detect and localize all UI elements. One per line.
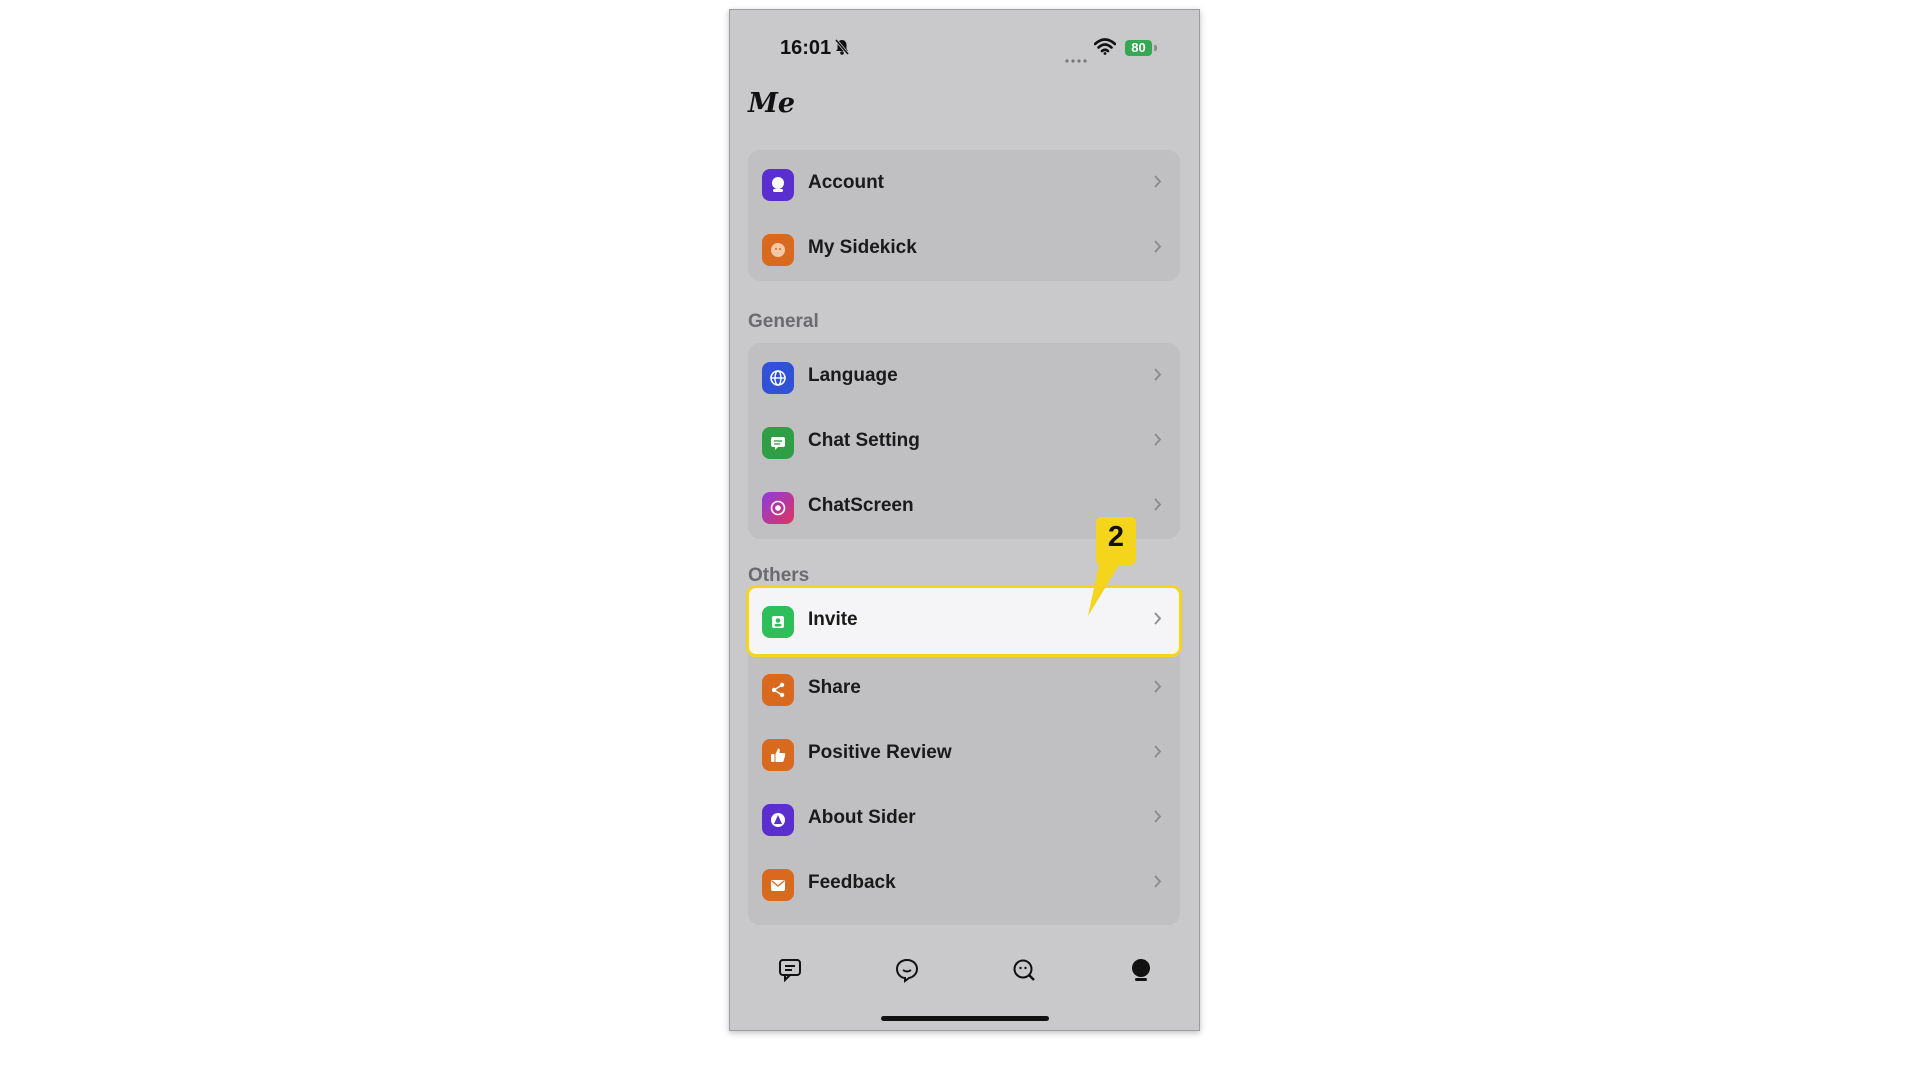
invite-icon (762, 606, 794, 638)
battery-indicator: 80 (1125, 40, 1152, 56)
wifi-icon (1093, 38, 1117, 60)
callout-pointer (1088, 560, 1122, 616)
muted-bell-icon (834, 38, 850, 61)
menu-item-positive-review[interactable]: Positive Review (748, 720, 1180, 785)
battery-cap (1154, 45, 1157, 51)
signal-dots-icon (1065, 50, 1087, 68)
menu-item-about-sider[interactable]: About Sider (748, 785, 1180, 850)
chevron-right-icon (1153, 611, 1162, 631)
account-icon (762, 169, 794, 201)
menu-item-label: About Sider (808, 807, 916, 828)
status-bar: 16:01 80 (730, 10, 1199, 70)
chatscreen-icon (762, 492, 794, 524)
sidekick-icon (762, 234, 794, 266)
status-time: 16:01 (780, 37, 832, 59)
general-group: Language Chat Setting ChatScreen (748, 343, 1180, 539)
me-tab-icon[interactable] (1121, 950, 1161, 990)
section-heading-general: General (748, 311, 819, 332)
chevron-right-icon (1153, 679, 1162, 699)
chat-tab-icon[interactable] (770, 950, 810, 990)
menu-item-chat-setting[interactable]: Chat Setting (748, 408, 1180, 473)
chevron-right-icon (1153, 809, 1162, 829)
globe-icon (762, 362, 794, 394)
sidekick-tab-icon[interactable] (887, 950, 927, 990)
home-indicator[interactable] (881, 1016, 1049, 1021)
chevron-right-icon (1153, 239, 1162, 259)
chevron-right-icon (1153, 367, 1162, 387)
about-icon (762, 804, 794, 836)
thumbs-up-icon (762, 739, 794, 771)
menu-item-label: Share (808, 677, 861, 698)
menu-item-feedback[interactable]: Feedback (748, 850, 1180, 915)
menu-item-label: ChatScreen (808, 495, 914, 516)
tab-bar (730, 950, 1199, 1000)
menu-item-my-sidekick[interactable]: My Sidekick (748, 215, 1180, 280)
menu-item-label: Invite (808, 609, 858, 630)
menu-item-label: Account (808, 172, 884, 193)
menu-item-label: Feedback (808, 872, 896, 893)
menu-item-label: Language (808, 365, 898, 386)
chat-setting-icon (762, 427, 794, 459)
chevron-right-icon (1153, 497, 1162, 517)
feedback-icon (762, 869, 794, 901)
section-heading-others: Others (748, 565, 810, 586)
chevron-right-icon (1153, 174, 1162, 194)
chevron-right-icon (1153, 744, 1162, 764)
menu-item-label: Chat Setting (808, 430, 920, 451)
chevron-right-icon (1153, 874, 1162, 894)
menu-item-label: My Sidekick (808, 237, 917, 258)
menu-item-label: Positive Review (808, 742, 952, 763)
menu-item-language[interactable]: Language (748, 343, 1180, 408)
page-title: Me (748, 88, 796, 119)
share-icon (762, 674, 794, 706)
step-number: 2 (1107, 521, 1125, 553)
menu-item-account[interactable]: Account (748, 150, 1180, 215)
account-group: Account My Sidekick (748, 150, 1180, 281)
chevron-right-icon (1153, 432, 1162, 452)
menu-item-share[interactable]: Share (748, 655, 1180, 720)
search-tab-icon[interactable] (1004, 950, 1044, 990)
